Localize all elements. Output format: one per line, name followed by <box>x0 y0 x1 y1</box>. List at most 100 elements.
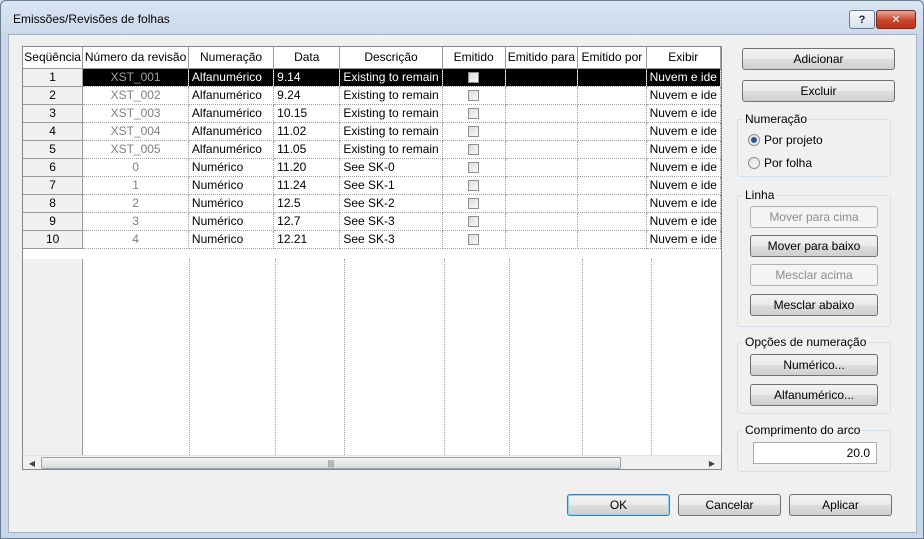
show-cell[interactable]: Nuvem e ide <box>646 176 721 195</box>
issued-by-cell[interactable] <box>577 104 647 123</box>
description-cell[interactable]: See SK-1 <box>339 176 443 195</box>
show-cell[interactable]: Nuvem e ide <box>646 212 721 231</box>
arc-length-input[interactable]: 20.0 <box>753 442 877 464</box>
revision-number-cell[interactable]: XST_004 <box>82 122 189 141</box>
row-number[interactable]: 10 <box>23 230 84 249</box>
scroll-right-icon[interactable]: ▶ <box>705 456 719 469</box>
issued-to-cell[interactable] <box>505 86 579 105</box>
issued-to-cell[interactable] <box>505 158 579 177</box>
revision-number-cell[interactable]: 1 <box>82 176 189 195</box>
row-number[interactable]: 5 <box>23 140 84 159</box>
numbering-cell[interactable]: Alfanumérico <box>188 122 275 141</box>
close-button[interactable]: ✕ <box>876 10 916 29</box>
show-cell[interactable]: Nuvem e ide <box>646 140 721 159</box>
issued-to-cell[interactable] <box>505 194 579 213</box>
issued-by-cell[interactable] <box>577 194 647 213</box>
numbering-cell[interactable]: Numérico <box>188 194 275 213</box>
numbering-cell[interactable]: Numérico <box>188 158 275 177</box>
ok-button[interactable]: OK <box>567 494 670 516</box>
issued-checkbox[interactable] <box>468 162 480 174</box>
scroll-left-icon[interactable]: ◀ <box>25 456 39 469</box>
row-number[interactable]: 7 <box>23 176 84 195</box>
column-header[interactable]: Número da revisão <box>82 47 189 69</box>
issued-cell[interactable] <box>442 122 506 141</box>
delete-button[interactable]: Excluir <box>742 80 895 102</box>
revision-number-cell[interactable]: 0 <box>82 158 189 177</box>
radio-selected-icon[interactable] <box>748 134 760 146</box>
issued-checkbox[interactable] <box>468 108 480 120</box>
issued-checkbox[interactable] <box>468 72 480 84</box>
issued-checkbox[interactable] <box>468 126 480 138</box>
issued-cell[interactable] <box>442 68 506 87</box>
numeric-options-button[interactable]: Numérico... <box>750 354 878 376</box>
show-cell[interactable]: Nuvem e ide <box>646 194 721 213</box>
issued-cell[interactable] <box>442 86 506 105</box>
row-number[interactable]: 9 <box>23 212 84 231</box>
description-cell[interactable]: See SK-3 <box>339 230 443 249</box>
row-number[interactable]: 4 <box>23 122 84 141</box>
column-header[interactable]: Descrição <box>339 47 443 69</box>
issued-to-cell[interactable] <box>505 68 579 87</box>
table-row[interactable]: 1 XST_001 Alfanumérico 9.14 Existing to rema… <box>23 68 721 87</box>
issued-cell[interactable] <box>442 230 506 249</box>
issued-checkbox[interactable] <box>468 198 480 210</box>
row-number[interactable]: 2 <box>23 86 84 105</box>
description-cell[interactable]: See SK-2 <box>339 194 443 213</box>
row-number[interactable]: 6 <box>23 158 84 177</box>
numbering-cell[interactable]: Alfanumérico <box>188 104 275 123</box>
column-header[interactable]: Emitido por <box>577 47 647 69</box>
numbering-cell[interactable]: Numérico <box>188 230 275 249</box>
revision-number-cell[interactable]: XST_003 <box>82 104 189 123</box>
revision-number-cell[interactable]: XST_001 <box>82 68 189 87</box>
revision-number-cell[interactable]: XST_005 <box>82 140 189 159</box>
numbering-cell[interactable]: Numérico <box>188 176 275 195</box>
table-row[interactable]: 6 0 Numérico 11.20 See SK-0 Nuvem e ide <box>23 158 721 177</box>
description-cell[interactable]: Existing to remain <box>339 86 443 105</box>
column-header[interactable]: Numeração <box>188 47 275 69</box>
show-cell[interactable]: Nuvem e ide <box>646 158 721 177</box>
show-cell[interactable]: Nuvem e ide <box>646 230 721 249</box>
per-project-option[interactable]: Por projeto <box>748 133 823 147</box>
merge-up-button[interactable]: Mesclar acima <box>750 264 878 286</box>
issued-to-cell[interactable] <box>505 212 579 231</box>
table-row[interactable]: 3 XST_003 Alfanumérico 10.15 Existing to rem… <box>23 104 721 123</box>
date-cell[interactable]: 12.7 <box>273 212 341 231</box>
issued-by-cell[interactable] <box>577 176 647 195</box>
column-header[interactable]: Exibir <box>646 47 721 69</box>
date-cell[interactable]: 10.15 <box>273 104 341 123</box>
issued-by-cell[interactable] <box>577 122 647 141</box>
numbering-cell[interactable]: Alfanumérico <box>188 86 275 105</box>
table-row[interactable]: 2 XST_002 Alfanumérico 9.24 Existing to rema… <box>23 86 721 105</box>
add-button[interactable]: Adicionar <box>742 48 895 70</box>
issued-cell[interactable] <box>442 104 506 123</box>
row-number[interactable]: 1 <box>23 68 84 87</box>
issued-to-cell[interactable] <box>505 176 579 195</box>
move-up-button[interactable]: Mover para cima <box>750 206 878 228</box>
issued-cell[interactable] <box>442 176 506 195</box>
per-sheet-option[interactable]: Por folha <box>748 156 812 170</box>
column-header[interactable]: Emitido <box>442 47 506 69</box>
alphanumeric-options-button[interactable]: Alfanumérico... <box>750 384 878 406</box>
description-cell[interactable]: Existing to remain <box>339 104 443 123</box>
date-cell[interactable]: 11.24 <box>273 176 341 195</box>
issued-cell[interactable] <box>442 212 506 231</box>
description-cell[interactable]: See SK-0 <box>339 158 443 177</box>
issued-to-cell[interactable] <box>505 230 579 249</box>
description-cell[interactable]: Existing to remain <box>339 122 443 141</box>
description-cell[interactable]: Existing to remain <box>339 68 443 87</box>
merge-down-button[interactable]: Mesclar abaixo <box>750 294 878 316</box>
row-number[interactable]: 3 <box>23 104 84 123</box>
issued-checkbox[interactable] <box>468 144 480 156</box>
date-cell[interactable]: 12.21 <box>273 230 341 249</box>
issued-by-cell[interactable] <box>577 212 647 231</box>
issued-by-cell[interactable] <box>577 230 647 249</box>
issued-to-cell[interactable] <box>505 104 579 123</box>
date-cell[interactable]: 11.02 <box>273 122 341 141</box>
show-cell[interactable]: Nuvem e ide <box>646 86 721 105</box>
column-header[interactable]: Seqüência <box>23 47 84 69</box>
date-cell[interactable]: 9.24 <box>273 86 341 105</box>
table-row[interactable]: 9 3 Numérico 12.7 See SK-3 Nuvem e ide <box>23 212 721 231</box>
row-number[interactable]: 8 <box>23 194 84 213</box>
description-cell[interactable]: Existing to remain <box>339 140 443 159</box>
table-row[interactable]: 7 1 Numérico 11.24 See SK-1 Nuvem e ide <box>23 176 721 195</box>
